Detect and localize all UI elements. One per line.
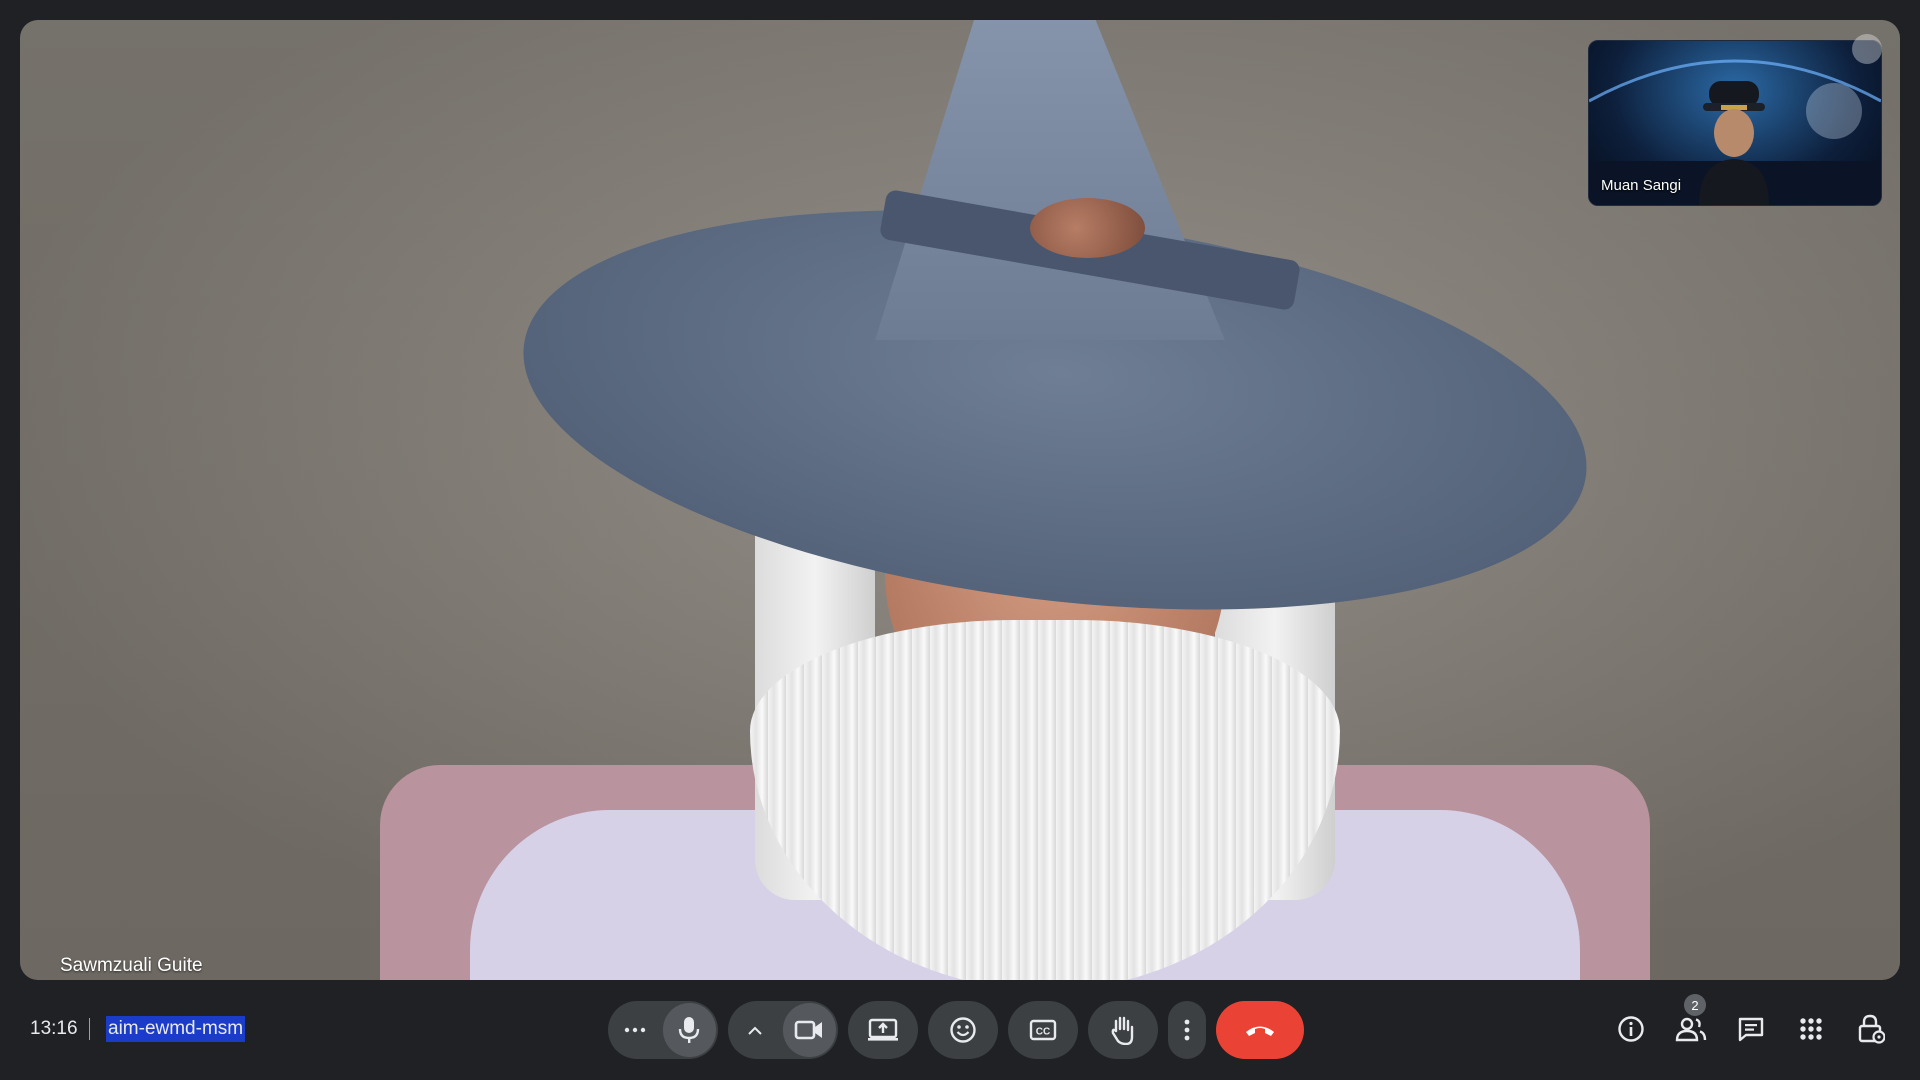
people-count-badge: 2	[1684, 994, 1706, 1016]
right-toolbar: 2	[1610, 994, 1892, 1050]
microphone-button[interactable]	[662, 1003, 716, 1057]
meeting-time: 13:16	[30, 1018, 78, 1039]
emoji-icon	[950, 1017, 976, 1043]
chat-icon	[1738, 1017, 1764, 1042]
captions-button[interactable]: CC	[1008, 1001, 1078, 1059]
more-options-button[interactable]	[1168, 1001, 1206, 1059]
raise-hand-button[interactable]	[1088, 1001, 1158, 1059]
meeting-details-button[interactable]	[1610, 1008, 1652, 1050]
host-controls-button[interactable]	[1850, 1008, 1892, 1050]
chat-button[interactable]	[1730, 1008, 1772, 1050]
present-screen-button[interactable]	[848, 1001, 918, 1059]
chevron-up-icon	[748, 1026, 762, 1035]
main-participant-name: Sawmzuali Guite	[60, 955, 203, 976]
self-view-options-button[interactable]	[1852, 34, 1882, 64]
vertical-dots-icon	[1184, 1019, 1190, 1041]
ellipsis-icon	[625, 1027, 646, 1033]
mic-icon	[679, 1017, 700, 1043]
bottom-bar: 13:16 aim-ewmd-msm CC 2	[0, 980, 1920, 1080]
lock-icon	[1858, 1014, 1885, 1044]
svg-text:CC: CC	[1036, 1027, 1050, 1038]
people-icon	[1675, 1017, 1707, 1042]
video-control-group	[728, 1001, 838, 1059]
info-icon	[1618, 1016, 1644, 1042]
camera-options-button[interactable]	[728, 1001, 783, 1059]
people-button[interactable]: 2	[1670, 994, 1712, 1050]
audio-control-group	[608, 1001, 718, 1059]
time-divider	[89, 1018, 90, 1040]
more-effects-button[interactable]	[608, 1001, 663, 1059]
hand-icon	[1111, 1016, 1134, 1045]
present-icon	[868, 1018, 898, 1041]
activities-button[interactable]	[1790, 1008, 1832, 1050]
meeting-code[interactable]: aim-ewmd-msm	[106, 1016, 246, 1042]
self-view-tile[interactable]: Muan Sangi	[1588, 40, 1882, 206]
hat-moon-emblem	[1030, 198, 1145, 258]
self-participant-name: Muan Sangi	[1601, 177, 1682, 194]
hang-up-icon	[1246, 1026, 1274, 1036]
apps-grid-icon	[1800, 1018, 1822, 1040]
self-participant	[1699, 81, 1769, 205]
captions-icon: CC	[1029, 1019, 1057, 1041]
leave-call-button[interactable]	[1216, 1001, 1304, 1059]
call-controls: CC	[608, 1000, 1304, 1060]
reactions-button[interactable]	[928, 1001, 998, 1059]
camera-button[interactable]	[782, 1003, 836, 1057]
video-camera-icon	[794, 1020, 823, 1040]
